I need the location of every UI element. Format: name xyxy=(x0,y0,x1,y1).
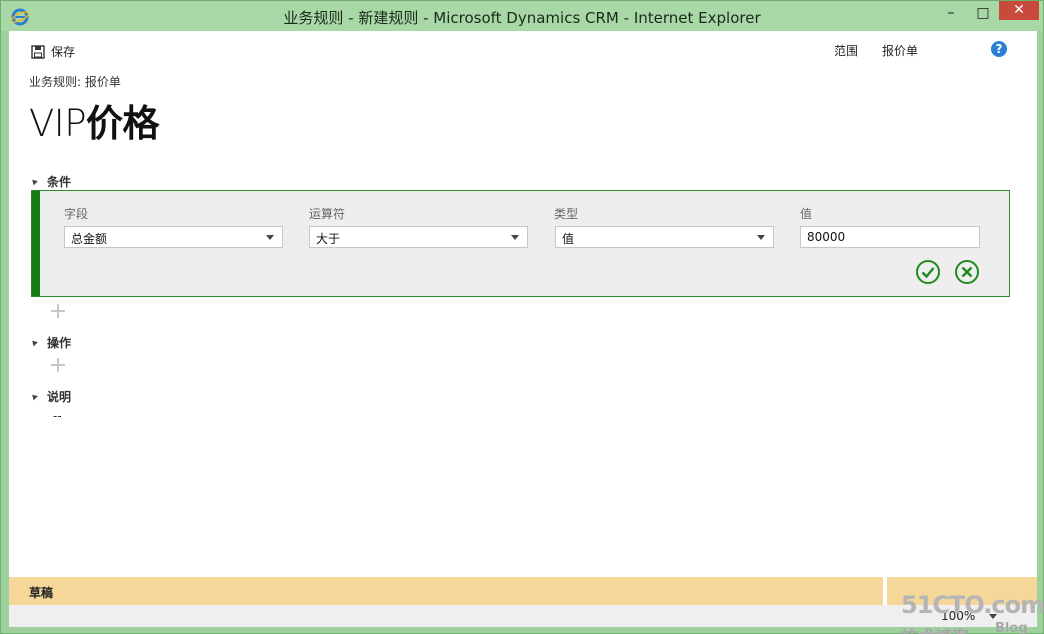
actions-label: 操作 xyxy=(47,336,72,350)
page-title-cjk: 价格 xyxy=(86,102,160,145)
operator-label: 运算符 xyxy=(309,207,346,221)
description-value[interactable]: -- xyxy=(53,409,62,423)
status-bar-right xyxy=(887,577,1037,605)
cancel-x-icon[interactable] xyxy=(954,259,980,285)
condition-editor: 字段 总金额 运算符 大于 类型 值 值 80000 xyxy=(31,190,1010,297)
page-title[interactable]: VIP价格 xyxy=(29,93,160,147)
scope-entity-selector[interactable]: 报价单 xyxy=(882,42,918,59)
conditions-section-header[interactable]: 条件 xyxy=(30,173,72,190)
type-label: 类型 xyxy=(554,207,579,221)
breadcrumb: 业务规则: 报价单 xyxy=(29,75,121,89)
browser-window: 业务规则 - 新建规则 - Microsoft Dynamics CRM - I… xyxy=(0,0,1044,634)
close-window-button[interactable]: ✕ xyxy=(999,1,1039,20)
field-label: 字段 xyxy=(64,207,89,221)
title-bar: 业务规则 - 新建规则 - Microsoft Dynamics CRM - I… xyxy=(1,1,1043,31)
type-select[interactable]: 值 xyxy=(555,226,774,248)
save-button[interactable]: 保存 xyxy=(31,43,75,60)
collapse-triangle-icon xyxy=(30,177,38,186)
browser-status-bar xyxy=(9,605,1037,627)
zoom-value: 100% xyxy=(941,609,976,623)
chevron-down-icon xyxy=(757,235,765,240)
value-label: 值 xyxy=(800,207,813,221)
chevron-down-icon xyxy=(989,613,998,619)
scope-label: 范围 xyxy=(834,44,859,58)
field-select[interactable]: 总金额 xyxy=(64,226,283,248)
maximize-button[interactable]: □ xyxy=(967,3,999,25)
save-label: 保存 xyxy=(51,45,76,59)
chevron-down-icon xyxy=(511,235,519,240)
minimize-button[interactable]: – xyxy=(935,3,967,25)
condition-accent-bar xyxy=(32,191,40,296)
collapse-triangle-icon xyxy=(30,338,38,347)
value-input[interactable]: 80000 xyxy=(800,226,980,248)
actions-section-header[interactable]: 操作 xyxy=(30,334,72,351)
save-icon xyxy=(31,44,45,59)
operator-select[interactable]: 大于 xyxy=(309,226,528,248)
page-title-latin: VIP xyxy=(29,102,87,145)
chevron-down-icon xyxy=(266,235,274,240)
operator-select-value: 大于 xyxy=(316,232,341,246)
help-icon[interactable]: ? xyxy=(991,41,1007,57)
status-state: 草稿 xyxy=(29,586,54,600)
type-select-value: 值 xyxy=(562,232,575,246)
field-select-value: 总金额 xyxy=(71,232,108,246)
description-section-header[interactable]: 说明 xyxy=(30,388,72,405)
add-action-plus-icon[interactable] xyxy=(51,358,65,372)
zoom-control[interactable]: 100% xyxy=(941,609,998,623)
window-title: 业务规则 - 新建规则 - Microsoft Dynamics CRM - I… xyxy=(283,9,761,27)
conditions-label: 条件 xyxy=(47,175,72,189)
confirm-check-icon[interactable] xyxy=(915,259,941,285)
status-bar: 草稿 xyxy=(9,577,883,605)
collapse-triangle-icon xyxy=(30,392,38,401)
add-condition-plus-icon[interactable] xyxy=(51,304,65,318)
page-content: 保存 范围 报价单 ? 业务规则: 报价单 VIP价格 条件 字段 总金额 运算… xyxy=(9,31,1044,634)
description-label: 说明 xyxy=(47,390,72,404)
